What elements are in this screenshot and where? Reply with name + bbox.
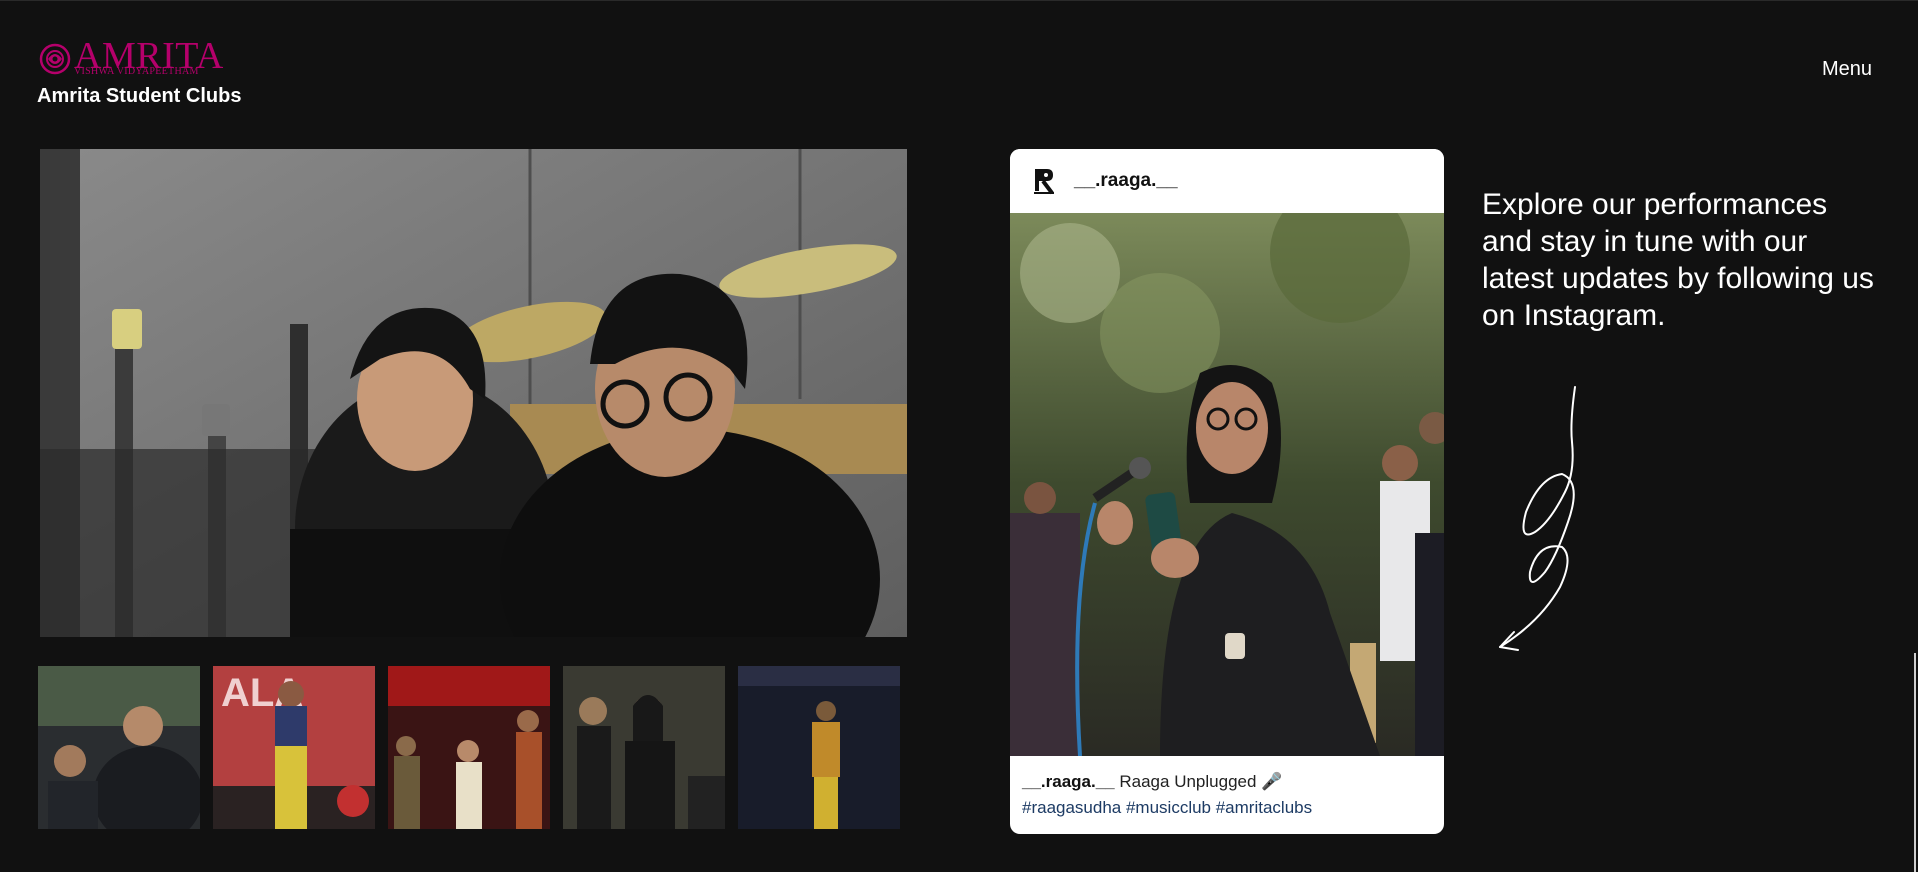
menu-button[interactable]: Menu: [1822, 58, 1872, 81]
top-border: [0, 0, 1918, 1]
thumbnail-2[interactable]: ALA: [213, 666, 375, 829]
caption-username[interactable]: __.raaga.__: [1022, 772, 1115, 791]
hero-photo: [40, 149, 907, 637]
caption-hashtags[interactable]: #raagasudha #musicclub #amritaclubs: [1022, 798, 1312, 817]
thumbnail-1[interactable]: [38, 666, 200, 829]
instagram-username[interactable]: __.raaga.__: [1074, 170, 1178, 192]
thumbnail-3[interactable]: [388, 666, 550, 829]
site-title[interactable]: Amrita Student Clubs: [37, 85, 241, 108]
instagram-post-header: __.raaga.__: [1010, 149, 1444, 213]
page-scrollbar[interactable]: [1914, 653, 1916, 872]
thumbnail-4[interactable]: [563, 666, 725, 829]
instagram-post-card[interactable]: __.raaga.__ __.raaga.__ Raaga Unplugged …: [1010, 149, 1444, 834]
instagram-post-photo[interactable]: [1010, 213, 1444, 756]
logo-subtitle: VISHWA VIDYAPEETHAM: [74, 66, 199, 77]
instagram-caption: __.raaga.__ Raaga Unplugged 🎤 #raagasudh…: [1022, 769, 1432, 821]
arrow-doodle-icon: [1499, 386, 1576, 651]
instagram-cta-text: Explore our performances and stay in tun…: [1482, 188, 1874, 332]
thumbnail-5[interactable]: [738, 666, 900, 829]
thumbnail-strip: ALA: [38, 666, 900, 829]
amrita-logo[interactable]: AMRITA VISHWA VIDYAPEETHAM: [38, 37, 238, 82]
raaga-logo-icon[interactable]: [1032, 167, 1056, 195]
caption-text: Raaga Unplugged 🎤: [1119, 772, 1283, 791]
amrita-logo-icon: [39, 43, 71, 75]
